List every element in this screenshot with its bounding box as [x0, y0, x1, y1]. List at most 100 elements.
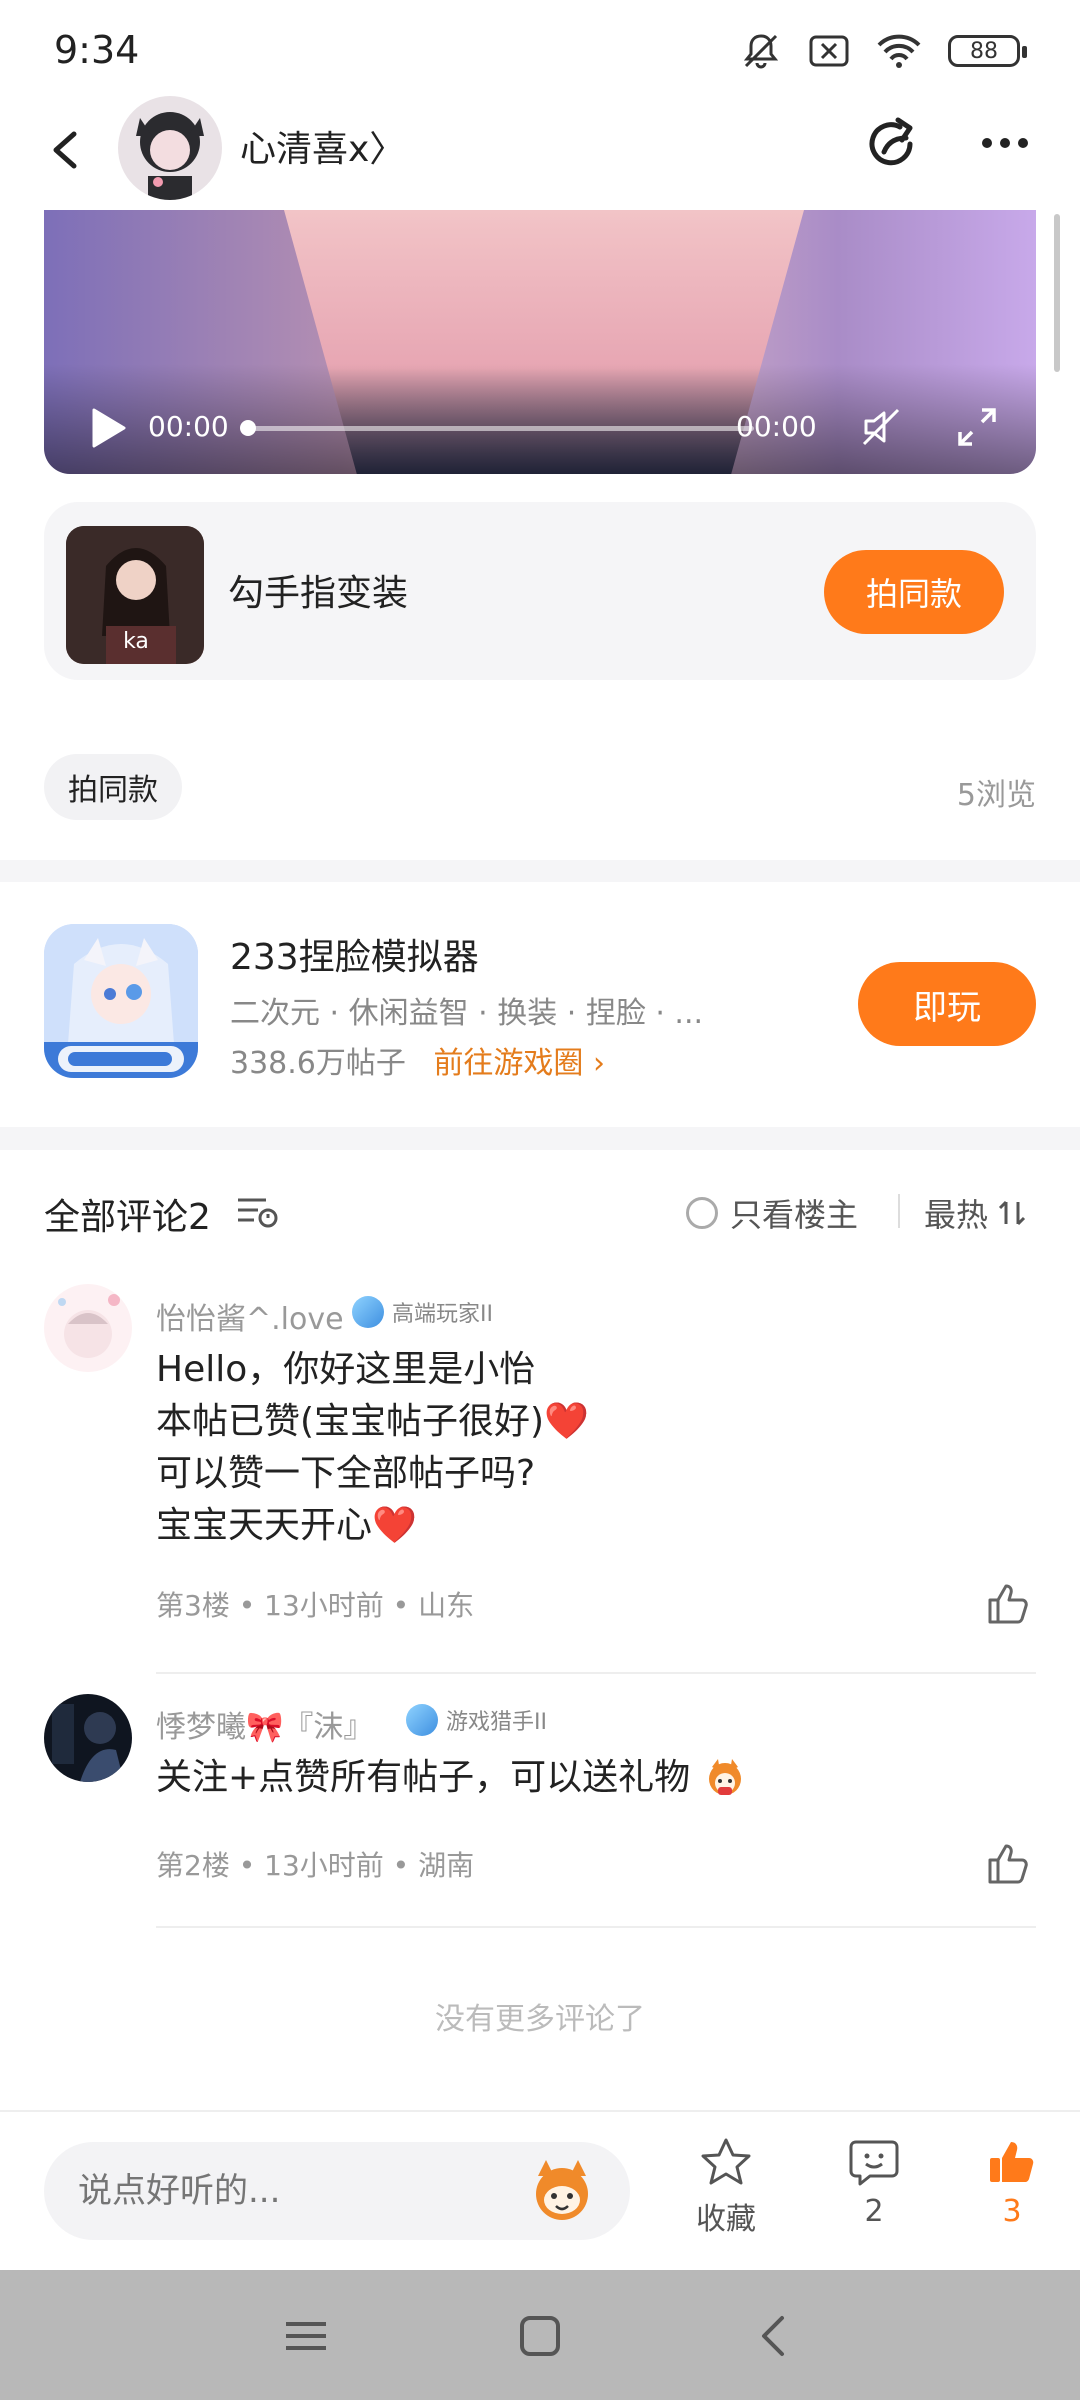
comment-line-text: 关注+点赞所有帖子，可以送礼物	[156, 1757, 691, 1798]
battery-indicator: 88	[948, 35, 1027, 67]
sim-off-icon	[809, 35, 849, 67]
radio-icon	[686, 1197, 718, 1229]
thumbs-up-icon	[988, 1584, 1028, 1624]
comment-like-button[interactable]	[986, 1580, 1032, 1626]
avatar-image	[44, 1284, 132, 1372]
menu-icon	[286, 2322, 326, 2350]
comment-count: 2	[864, 2194, 884, 2229]
game-stats: 338.6万帖子 前往游戏圈 ›	[230, 1038, 605, 1082]
thumbnail-image: ka	[66, 526, 204, 664]
video-player[interactable]: 00:00 00:00	[44, 210, 1036, 474]
fullscreen-icon	[958, 408, 996, 446]
comments-section: 全部评论2 只看楼主 最热 怡怡酱^.love 高端玩家II Hello，你好这…	[0, 1150, 1080, 2110]
chevron-left-icon	[53, 131, 77, 169]
same-style-button[interactable]: 拍同款	[824, 550, 1004, 634]
sort-icon	[998, 1200, 1026, 1226]
game-post-count: 338.6万帖子	[230, 1046, 406, 1081]
game-card[interactable]: 233捏脸模拟器 二次元 · 休闲益智 · 换装 · 捏脸 · ... 338.…	[0, 882, 1080, 1127]
video-current-time: 00:00	[148, 410, 229, 443]
comment-separator	[156, 1672, 1036, 1674]
sort-button[interactable]: 最热	[924, 1190, 1026, 1236]
play-icon	[92, 408, 126, 448]
favorite-button[interactable]: 收藏	[666, 2136, 786, 2238]
muted-speaker-icon	[862, 408, 900, 446]
same-style-thumbnail: ka	[66, 526, 204, 664]
level-badge-icon	[352, 1296, 384, 1328]
game-circle-link[interactable]: 前往游戏圈 ›	[433, 1046, 605, 1081]
star-icon	[701, 2138, 751, 2185]
like-post-button[interactable]: 3	[952, 2136, 1072, 2229]
game-logo-image	[44, 924, 198, 1078]
user-level-badge: 游戏猎手II	[406, 1704, 547, 1736]
mute-notification-icon	[743, 34, 779, 69]
recent-apps-button[interactable]	[276, 2306, 336, 2366]
author-avatar[interactable]	[118, 96, 222, 200]
level-badge-label: 游戏猎手II	[446, 1710, 547, 1735]
comment-separator	[156, 1926, 1036, 1928]
favorite-label: 收藏	[696, 2202, 756, 2237]
filter-list-icon	[238, 1198, 278, 1228]
thumbs-up-filled-icon	[990, 2142, 1034, 2182]
divider	[898, 1194, 900, 1228]
comment-line: 本帖已赞(宝宝帖子很好)❤️	[156, 1401, 589, 1442]
commenter-avatar[interactable]	[44, 1694, 132, 1782]
more-dot-icon	[982, 138, 992, 148]
video-progress-bar[interactable]	[244, 426, 754, 431]
share-button[interactable]	[858, 108, 928, 178]
commenter-name[interactable]: 怡怡酱^.love	[156, 1294, 344, 1338]
commenter-name[interactable]: 悸梦曦🎀『沫』	[156, 1702, 373, 1746]
game-icon	[44, 924, 198, 1078]
comment-meta: 第3楼 • 13小时前 • 山东	[156, 1589, 475, 1622]
same-style-title: 勾手指变装	[228, 573, 409, 614]
comments-title: 全部评论2	[44, 1197, 211, 1238]
post-tag[interactable]: 拍同款	[44, 754, 182, 820]
only-owner-toggle[interactable]: 只看楼主	[686, 1190, 858, 1236]
gift-mascot-icon	[708, 1759, 741, 1795]
play-now-button[interactable]: 即玩	[858, 962, 1036, 1046]
bottom-action-bar: 收藏 2 3	[0, 2110, 1080, 2270]
thumbs-up-icon	[988, 1844, 1028, 1884]
user-level-badge: 高端玩家II	[352, 1296, 493, 1328]
comment-meta: 第2楼 • 13小时前 • 湖南	[156, 1849, 475, 1882]
scroll-indicator[interactable]	[1054, 214, 1060, 372]
svg-text:ka: ka	[123, 629, 149, 654]
system-back-button[interactable]	[744, 2306, 804, 2366]
fullscreen-button[interactable]	[954, 404, 1000, 450]
more-button[interactable]	[970, 108, 1040, 178]
commenter-avatar[interactable]	[44, 1284, 132, 1372]
emoji-mascot-button[interactable]	[524, 2156, 600, 2226]
comment-line: 可以赞一下全部帖子吗?	[156, 1453, 536, 1494]
status-icons: 88	[740, 30, 1027, 72]
video-progress-knob[interactable]	[240, 420, 256, 436]
share-icon	[869, 117, 913, 166]
home-button[interactable]	[510, 2306, 570, 2366]
more-dot-icon	[1000, 138, 1010, 148]
avatar-image	[44, 1694, 132, 1782]
comment-text: Hello，你好这里是小怡 本帖已赞(宝宝帖子很好)❤️ 可以赞一下全部帖子吗?…	[156, 1344, 589, 1552]
back-button[interactable]	[40, 114, 100, 184]
sort-label: 最热	[924, 1196, 989, 1234]
level-badge-label: 高端玩家II	[392, 1302, 493, 1327]
home-square-icon	[520, 2316, 560, 2356]
comment-line: Hello，你好这里是小怡	[156, 1349, 536, 1390]
comment-count-button[interactable]: 2	[814, 2136, 934, 2229]
wifi-icon	[877, 34, 921, 68]
play-button[interactable]	[88, 406, 128, 450]
comment-text: 关注+点赞所有帖子，可以送礼物	[156, 1752, 748, 1804]
game-tags: 二次元 · 休闲益智 · 换装 · 捏脸 · ...	[230, 996, 704, 1031]
comment-like-button[interactable]	[986, 1840, 1032, 1886]
system-navigation-bar	[0, 2270, 1080, 2400]
status-time: 9:34	[54, 28, 140, 72]
comment-line: 宝宝天天开心❤️	[156, 1505, 417, 1546]
mute-button[interactable]	[856, 402, 906, 452]
like-count: 3	[1002, 2194, 1022, 2229]
comment-filter-button[interactable]	[236, 1192, 280, 1232]
video-duration: 00:00	[736, 410, 817, 443]
only-owner-label: 只看楼主	[730, 1196, 859, 1234]
level-badge-icon	[406, 1704, 438, 1736]
same-style-card[interactable]: ka 勾手指变装 拍同款	[44, 502, 1036, 680]
mascot-icon	[536, 2160, 588, 2220]
author-name[interactable]: 心清喜x〉	[240, 120, 405, 172]
chevron-left-icon	[762, 2316, 784, 2356]
no-more-comments: 没有更多评论了	[435, 2002, 645, 2037]
